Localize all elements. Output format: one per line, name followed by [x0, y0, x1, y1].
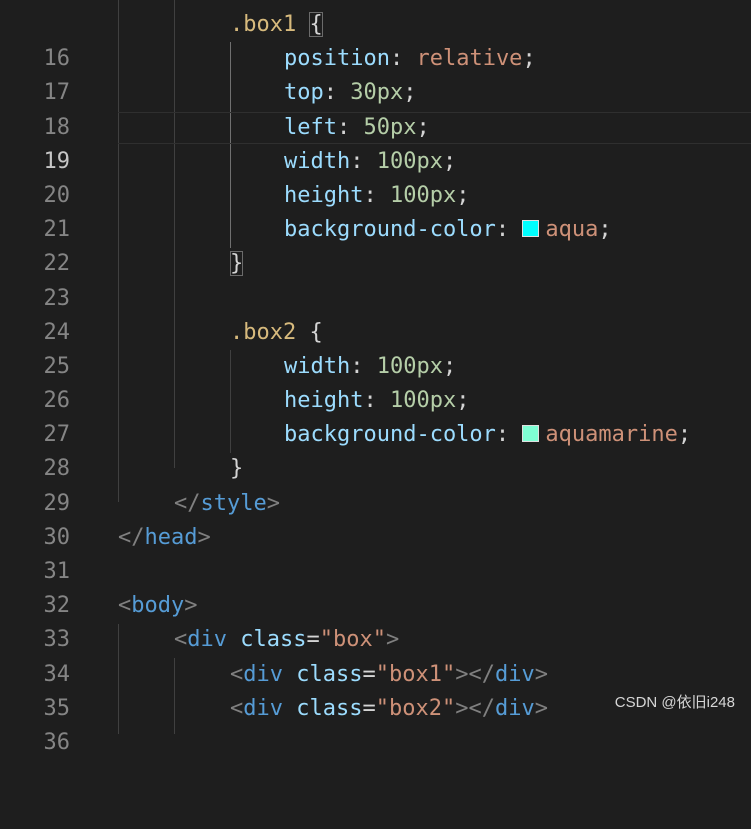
html-tag: head — [144, 524, 198, 550]
css-value: 100px — [389, 388, 457, 414]
css-property: width — [284, 353, 351, 379]
css-property: width — [284, 148, 351, 174]
attribute-value: "box1" — [375, 661, 456, 687]
css-property: background-color — [284, 217, 496, 243]
html-tag: style — [200, 490, 267, 516]
code-line[interactable]: 33 <body> — [0, 589, 751, 652]
code-line[interactable]: 30 </style> — [0, 487, 751, 550]
brace-open-matched: { — [309, 12, 323, 37]
watermark: CSDN @依旧i248 — [614, 694, 735, 711]
code-line[interactable]: 29 } — [0, 452, 751, 515]
css-property: background-color — [284, 422, 496, 448]
code-line[interactable]: 24 — [0, 282, 751, 345]
html-attribute: class — [240, 627, 307, 653]
code-line[interactable]: 21 height: 100px; — [0, 179, 751, 242]
code-line[interactable]: 16 .box1 { — [0, 8, 751, 71]
brace-open: { — [309, 319, 323, 345]
css-value: 100px — [389, 182, 457, 208]
css-selector: .box1 — [230, 12, 297, 37]
code-line[interactable]: 26 width: 100px; — [0, 350, 751, 413]
code-line[interactable]: 34 <div class="box"> — [0, 623, 751, 686]
css-property: left — [284, 114, 337, 140]
html-tag: div — [243, 661, 283, 687]
css-selector: .box2 — [230, 319, 297, 345]
code-line[interactable]: 17 position: relative; — [0, 42, 751, 105]
code-line[interactable]: 23 } — [0, 247, 751, 311]
code-line[interactable]: 27 height: 100px; — [0, 384, 751, 447]
css-value: 100px — [376, 353, 443, 379]
html-attribute: class — [296, 695, 363, 721]
code-line-current[interactable]: 19 left: 50px; — [0, 111, 751, 174]
code-line[interactable]: 20 width: 100px; — [0, 145, 751, 208]
css-value: 30px — [350, 80, 404, 106]
html-tag-close: div — [494, 695, 535, 721]
css-value: 50px — [363, 114, 417, 140]
css-value: aquamarine — [545, 422, 678, 448]
code-editor[interactable]: 16 .box1 { 17 position: relative; 18 top… — [0, 0, 751, 755]
html-tag: div — [187, 627, 227, 653]
code-line[interactable]: 32 — [0, 555, 751, 618]
code-line[interactable]: 22 background-color: aqua; — [0, 213, 751, 276]
code-line[interactable]: 18 top: 30px; — [0, 76, 751, 139]
color-swatch-icon[interactable] — [522, 425, 540, 443]
code-line[interactable]: 31 </head> — [0, 521, 751, 584]
css-value: 100px — [376, 148, 443, 174]
brace-close: } — [230, 456, 244, 482]
code-line[interactable]: 25 .box2 { — [0, 316, 751, 379]
css-property: height — [284, 388, 364, 414]
css-value: aqua — [545, 217, 599, 243]
attribute-value: "box2" — [375, 695, 456, 721]
html-tag: div — [243, 695, 283, 721]
css-property: top — [284, 80, 324, 106]
css-property: height — [284, 182, 364, 208]
html-tag: body — [131, 593, 185, 619]
line-number: 36 — [43, 729, 71, 755]
brace-close-matched: } — [230, 251, 244, 277]
code-line[interactable]: 28 background-color: aquamarine; — [0, 418, 751, 481]
color-swatch-icon[interactable] — [522, 220, 540, 238]
code-line[interactable]: 35 <div class="box1"></div> — [0, 658, 751, 721]
css-property: position — [284, 46, 390, 72]
html-tag-close: div — [494, 661, 535, 687]
css-value: relative — [416, 46, 523, 72]
html-attribute: class — [296, 661, 363, 687]
attribute-value: "box" — [319, 627, 386, 653]
